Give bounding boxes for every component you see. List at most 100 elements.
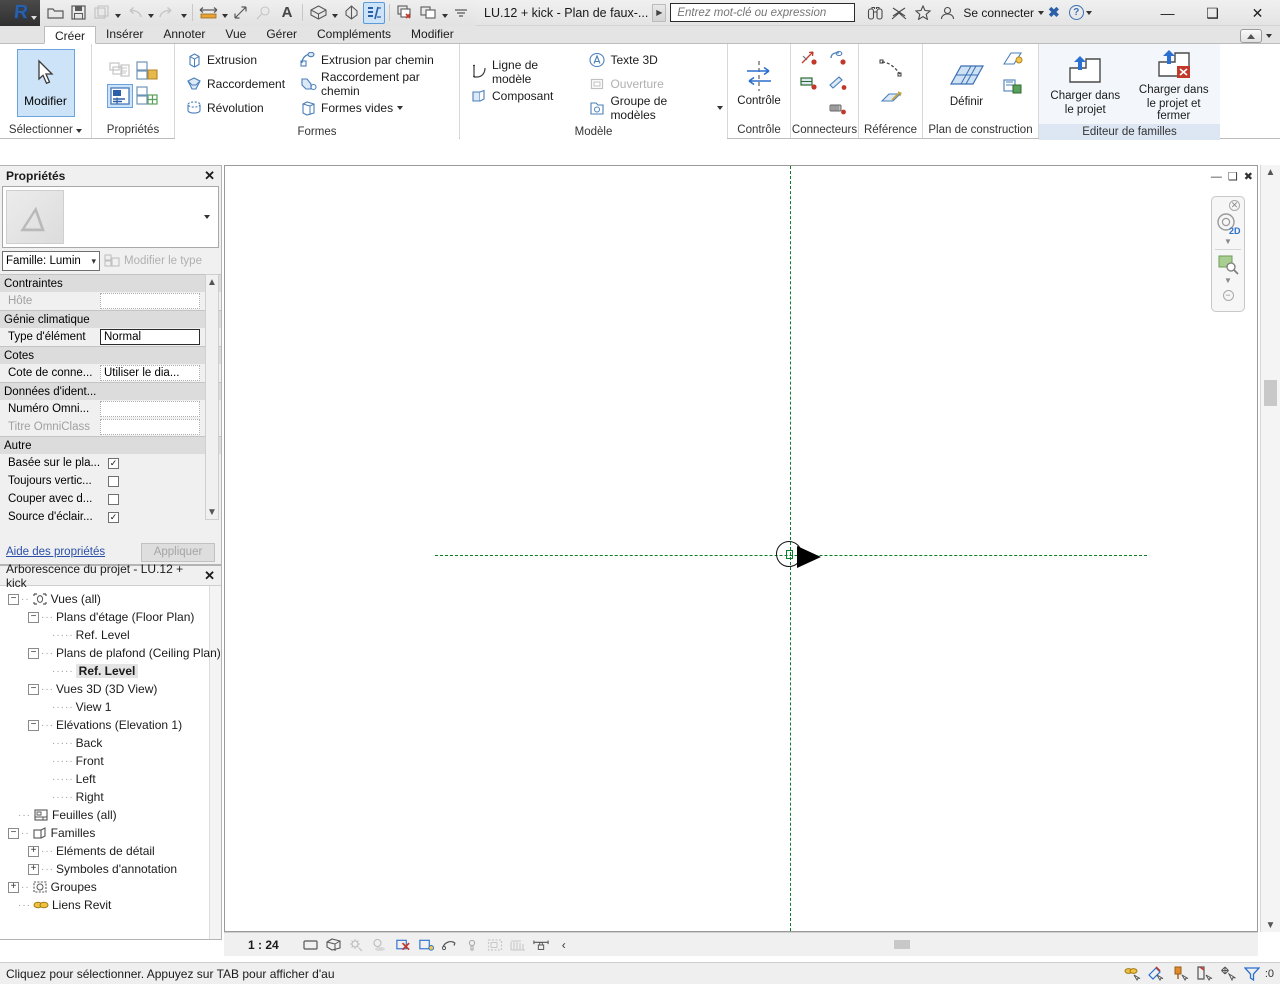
chevron-down-icon[interactable] <box>31 15 37 20</box>
reveal-hidden-elements-icon[interactable] <box>487 937 503 953</box>
minimize-ribbon-button[interactable] <box>1240 29 1262 43</box>
customize-qat-icon[interactable] <box>450 2 472 24</box>
user-account-icon[interactable] <box>937 3 957 23</box>
property-row-toujours-vertical[interactable]: Toujours vertic... <box>0 472 221 490</box>
property-value[interactable]: ✓ <box>100 509 200 525</box>
select-elements-by-face-icon[interactable] <box>1196 965 1213 982</box>
void-forms-button[interactable]: Formes vides <box>299 96 455 120</box>
horizontal-scrollbar-thumb[interactable] <box>894 940 910 949</box>
default-3d-view-icon[interactable] <box>307 2 329 24</box>
favorites-star-icon[interactable] <box>913 3 933 23</box>
expand-expander[interactable]: + <box>8 881 19 893</box>
property-row-titre-omniclass[interactable]: Titre OmniClass <box>0 418 221 436</box>
collapse-expander[interactable]: − <box>28 611 39 623</box>
reference-plane-icon[interactable] <box>878 86 904 110</box>
tree-node-liens-revit[interactable]: ··· Liens Revit <box>4 896 221 914</box>
modify-button[interactable]: Modifier <box>16 49 75 117</box>
direction-arrow-icon[interactable] <box>797 546 821 568</box>
show-crop-region-icon[interactable] <box>418 937 434 953</box>
family-parameter-icon[interactable] <box>134 84 160 108</box>
chevron-down-icon[interactable] <box>441 13 448 18</box>
steering-wheel-2d-button[interactable]: 2D <box>1214 212 1242 236</box>
tab-complements[interactable]: Compléments <box>307 25 401 43</box>
sun-path-icon[interactable] <box>349 937 365 953</box>
property-group-cotes[interactable]: Cotes ▴▴ <box>0 346 221 364</box>
select-underlay-elements-icon[interactable] <box>1147 965 1165 982</box>
thin-lines-icon[interactable] <box>363 1 385 24</box>
title-dropdown-button[interactable]: ▶ <box>652 3 667 22</box>
sweep-button[interactable]: Extrusion par chemin <box>299 48 455 72</box>
zoom-tools-button[interactable] <box>1214 253 1242 275</box>
search-binoculars-icon[interactable] <box>865 3 885 23</box>
conduit-connector-icon[interactable] <box>825 96 851 120</box>
expand-expander[interactable]: + <box>28 863 39 875</box>
scroll-up-icon[interactable]: ▲ <box>1266 165 1276 179</box>
tree-node-vues-3d[interactable]: − ··· Vues 3D (3D View) <box>4 680 221 698</box>
tree-node-back[interactable]: ····· Back <box>4 734 221 752</box>
family-types-icon[interactable] <box>134 59 160 83</box>
scrollbar-thumb[interactable] <box>1264 380 1277 406</box>
save-as-icon[interactable] <box>90 2 112 24</box>
edit-type-button[interactable]: Modifier le type <box>102 254 202 268</box>
tree-node-right[interactable]: ····· Right <box>4 788 221 806</box>
property-group-autre[interactable]: Autre ▴▴ <box>0 436 221 454</box>
sign-in-label[interactable]: Se connecter <box>963 6 1034 20</box>
aligned-dimension-icon[interactable] <box>230 2 252 24</box>
scroll-down-icon[interactable]: ▼ <box>1266 918 1276 932</box>
properties-palette-icon[interactable] <box>107 59 133 83</box>
model-group-button[interactable]: Groupe de modèles <box>588 94 723 122</box>
chevron-down-icon[interactable] <box>204 215 210 219</box>
tree-node-ref-level-ceiling[interactable]: ····· Ref. Level <box>4 662 221 680</box>
load-into-project-button[interactable]: Charger dans le projet <box>1043 52 1128 116</box>
drawing-canvas[interactable]: — ❑ ✖ ✕ 2D ▼ ▼ − <box>225 166 1257 931</box>
property-row-basee-sur-le-plan[interactable]: Basée sur le pla... ✓ <box>0 454 221 472</box>
navbar-close-icon[interactable]: ✕ <box>1229 200 1240 211</box>
set-work-plane-button[interactable]: Définir <box>936 58 998 108</box>
open-icon[interactable] <box>44 2 66 24</box>
navbar-options-icon[interactable]: − <box>1222 290 1234 301</box>
model-text-button[interactable]: Texte 3D <box>588 48 723 72</box>
extrusion-button[interactable]: Extrusion <box>185 48 285 72</box>
chevron-down-icon[interactable] <box>147 13 154 18</box>
collapse-expander[interactable]: − <box>28 647 39 659</box>
opening-button[interactable]: Ouverture <box>588 72 723 96</box>
constraints-icon[interactable] <box>533 937 549 953</box>
tree-node-vues-all[interactable]: − ·· Vues (all) <box>4 590 221 608</box>
chevron-down-icon[interactable] <box>114 13 121 18</box>
type-selector[interactable]: △ <box>2 186 219 248</box>
close-icon[interactable]: ✕ <box>204 568 215 584</box>
property-value[interactable]: Normal <box>100 329 200 345</box>
redo-icon[interactable] <box>156 2 178 24</box>
collapse-expander[interactable]: − <box>8 827 19 839</box>
undo-icon[interactable] <box>123 2 145 24</box>
search-input[interactable] <box>675 5 851 20</box>
tree-node-front[interactable]: ····· Front <box>4 752 221 770</box>
property-row-hote[interactable]: Hôte <box>0 292 221 310</box>
property-row-numero-omniclass[interactable]: Numéro Omni... <box>0 400 221 418</box>
checkbox-unchecked[interactable] <box>108 475 119 487</box>
property-row-cote-de-connexion[interactable]: Cote de conne... Utiliser le dia... <box>0 364 221 382</box>
duct-connector-icon[interactable] <box>825 46 851 70</box>
close-button[interactable]: ✕ <box>1235 0 1280 26</box>
property-row-type-delement[interactable]: Type d'élément Normal <box>0 328 221 346</box>
canvas-vertical-scrollbar[interactable]: ▲ ▼ <box>1260 165 1280 932</box>
model-line-button[interactable]: Ligne de modèle <box>470 58 578 86</box>
chevron-down-icon[interactable] <box>331 13 338 18</box>
blend-button[interactable]: Raccordement <box>185 72 285 96</box>
search-box[interactable] <box>670 3 856 22</box>
analytical-model-icon[interactable] <box>510 937 526 953</box>
scroll-down-icon[interactable]: ▼ <box>207 505 217 519</box>
property-value[interactable]: ✓ <box>100 455 200 471</box>
family-selector[interactable]: Famille: Lumin ▾ <box>2 251 100 271</box>
filter-icon[interactable] <box>1244 965 1261 982</box>
chevron-down-icon[interactable] <box>1038 10 1045 15</box>
switch-windows-icon[interactable] <box>417 2 439 24</box>
pipe-connector-icon[interactable] <box>796 71 822 95</box>
tag-icon[interactable] <box>253 2 275 24</box>
revolve-button[interactable]: Révolution <box>185 96 285 120</box>
load-into-project-and-close-button[interactable]: Charger dans le projet et fermer <box>1132 46 1217 122</box>
chevron-down-icon[interactable] <box>180 13 187 18</box>
property-value[interactable] <box>100 293 200 309</box>
collapse-expander[interactable]: − <box>28 719 39 731</box>
expand-chevron-icon[interactable]: ‹ <box>556 937 572 953</box>
